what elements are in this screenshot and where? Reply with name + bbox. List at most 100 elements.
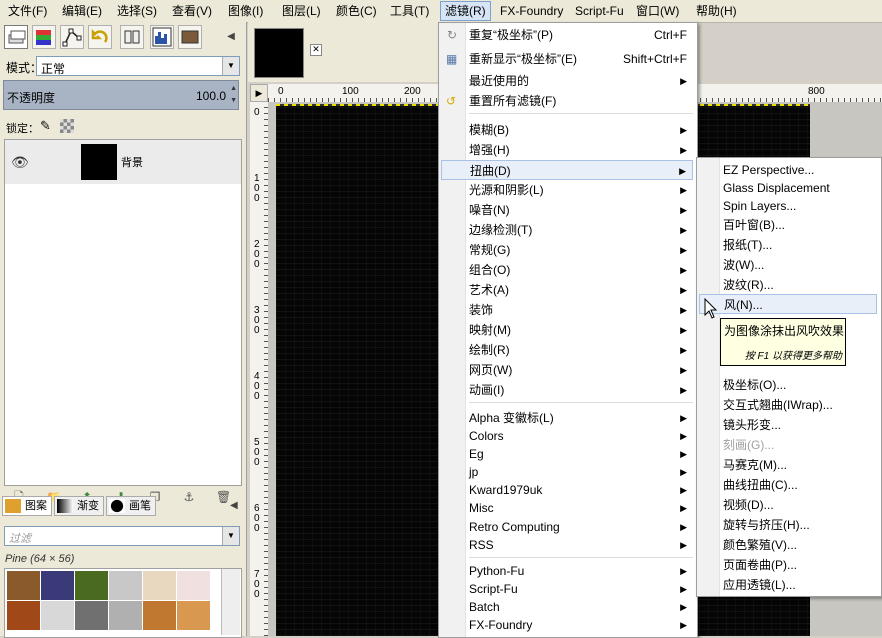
ruler-corner-icon[interactable]: ▶ — [250, 84, 268, 102]
spin-arrows-icon[interactable]: ▲ ▼ — [230, 83, 237, 107]
filter-colors-item[interactable]: Colors ▶ — [441, 426, 693, 446]
filter-web-item[interactable]: 网页(W) ▶ — [441, 360, 693, 380]
filter-jp-item[interactable]: jp ▶ — [441, 462, 693, 482]
distort-curve-bend-item[interactable]: 曲线扭曲(C)... — [699, 475, 877, 495]
menu-file[interactable]: 文件(F) — [4, 3, 51, 19]
paths-tab-icon[interactable] — [60, 25, 84, 49]
tab-gradients[interactable]: 渐变 — [54, 496, 104, 516]
pattern-swatch[interactable] — [41, 571, 74, 600]
distort-video-item[interactable]: 视频(D)... — [699, 495, 877, 515]
pattern-swatch[interactable] — [177, 601, 210, 630]
filter-map-item[interactable]: 映射(M) ▶ — [441, 320, 693, 340]
menu-windows[interactable]: 窗口(W) — [632, 3, 683, 19]
distort-whirl-pinch-item[interactable]: 旋转与挤压(H)... — [699, 515, 877, 535]
histogram-tab-icon[interactable] — [150, 25, 174, 49]
filter-python-fu-item[interactable]: Python-Fu ▶ — [441, 561, 693, 581]
pattern-swatch[interactable] — [109, 601, 142, 630]
filter-distort-item[interactable]: 扭曲(D) ▶ — [441, 160, 693, 180]
filter-edge-detect-item[interactable]: 边缘检测(T) ▶ — [441, 220, 693, 240]
undo-history-tab-icon[interactable] — [88, 25, 112, 49]
filter-light-shadow-item[interactable]: 光源和阴影(L) ▶ — [441, 180, 693, 200]
layer-row[interactable]: 👁 背景 — [5, 140, 241, 184]
distort-apply-lens-item[interactable]: 应用透镜(L)... — [699, 575, 877, 595]
pattern-scrollbar[interactable] — [221, 569, 240, 635]
menu-help[interactable]: 帮助(H) — [692, 3, 741, 19]
filter-eg-item[interactable]: Eg ▶ — [441, 444, 693, 464]
distort-spin-layers-item[interactable]: Spin Layers... — [699, 196, 877, 216]
filter-reshow-item[interactable]: ▦ 重新显示“极坐标”(E) Shift+Ctrl+F — [441, 49, 693, 69]
mode-select[interactable]: 正常 ▼ — [36, 56, 240, 76]
close-icon[interactable]: ✕ — [310, 44, 322, 56]
filter-misc-item[interactable]: Misc ▶ — [441, 498, 693, 518]
filter-rss-item[interactable]: RSS ▶ — [441, 535, 693, 555]
distort-mosaic-item[interactable]: 马赛克(M)... — [699, 455, 877, 475]
submenu-arrow-icon: ▶ — [680, 503, 687, 513]
menu-image[interactable]: 图像(I) — [224, 3, 267, 19]
distort-wind-item[interactable]: 风(N)... — [699, 294, 877, 314]
filter-retro-item[interactable]: Retro Computing ▶ — [441, 517, 693, 537]
distort-lens-distortion-item[interactable]: 镜头形变... — [699, 415, 877, 435]
opacity-slider[interactable]: 不透明度 100.0 ▲ ▼ — [3, 80, 239, 110]
menu-filters[interactable]: 滤镜(R) — [440, 1, 491, 21]
lock-pixels-icon[interactable]: ✎ — [40, 118, 51, 134]
distort-ez-perspective-item[interactable]: EZ Perspective... — [699, 160, 877, 180]
pointer-tab-icon[interactable] — [120, 25, 144, 49]
channels-tab-icon[interactable] — [32, 25, 56, 49]
filter-alpha-logo-item[interactable]: Alpha 变徽标(L) ▶ — [441, 408, 693, 428]
distort-blinds-item[interactable]: 百叶窗(B)... — [699, 215, 877, 235]
filter-repeat-item[interactable]: ↻ 重复“极坐标”(P) Ctrl+F — [441, 25, 693, 45]
menu-layer[interactable]: 图层(L) — [278, 3, 325, 19]
distort-polar-coords-item[interactable]: 极坐标(O)... — [699, 375, 877, 395]
menu-script-fu[interactable]: Script-Fu — [571, 3, 628, 19]
filter-fx-foundry-item[interactable]: FX-Foundry ▶ — [441, 615, 693, 635]
pattern-swatch[interactable] — [75, 601, 108, 630]
filter-script-fu-item[interactable]: Script-Fu ▶ — [441, 579, 693, 599]
pattern-swatch[interactable] — [143, 571, 176, 600]
filter-decor-item[interactable]: 装饰 ▶ — [441, 300, 693, 320]
distort-iwarp-item[interactable]: 交互式翘曲(IWrap)... — [699, 395, 877, 415]
pattern-swatch[interactable] — [143, 601, 176, 630]
filter-reset-item[interactable]: ↺ 重置所有滤镜(F) — [441, 91, 693, 111]
menu-tools[interactable]: 工具(T) — [386, 3, 433, 19]
filter-combine-item[interactable]: 组合(O) ▶ — [441, 260, 693, 280]
distort-ripple-item[interactable]: 波纹(R)... — [699, 275, 877, 295]
distort-waves-item[interactable]: 波(W)... — [699, 255, 877, 275]
tab-patterns[interactable]: 图案 — [2, 496, 52, 516]
pattern-swatch[interactable] — [75, 571, 108, 600]
lock-alpha-icon[interactable] — [60, 119, 74, 133]
menu-colors[interactable]: 颜色(C) — [332, 3, 381, 19]
tab-brushes[interactable]: 画笔 — [106, 496, 156, 516]
dock-menu-icon[interactable]: ◀ — [224, 30, 238, 44]
pattern-swatch[interactable] — [41, 601, 74, 630]
distort-newsprint-item[interactable]: 报纸(T)... — [699, 235, 877, 255]
pattern-filter-input[interactable]: 过滤 ▼ — [4, 526, 240, 546]
dock-menu-icon[interactable]: ◀ — [230, 500, 238, 511]
images-tab-icon[interactable] — [178, 25, 202, 49]
menu-edit[interactable]: 编辑(E) — [58, 3, 106, 19]
menu-select[interactable]: 选择(S) — [113, 3, 161, 19]
filter-generic-item[interactable]: 常规(G) ▶ — [441, 240, 693, 260]
visibility-eye-icon[interactable]: 👁 — [11, 154, 29, 171]
layers-tab-icon[interactable] — [4, 25, 28, 49]
menu-fx-foundry[interactable]: FX-Foundry — [496, 3, 567, 19]
filter-noise-item[interactable]: 噪音(N) ▶ — [441, 200, 693, 220]
distort-value-propagate-item[interactable]: 颜色繁殖(V)... — [699, 535, 877, 555]
filter-kward-item[interactable]: Kward1979uk ▶ — [441, 480, 693, 500]
pattern-swatch[interactable] — [7, 601, 40, 630]
distort-glass-displacement-item[interactable]: Glass Displacement — [699, 178, 877, 198]
pattern-swatch[interactable] — [7, 571, 40, 600]
filter-recent-item[interactable]: 最近使用的 ▶ — [441, 71, 693, 91]
filter-animation-item[interactable]: 动画(I) ▶ — [441, 380, 693, 400]
pattern-swatch[interactable] — [109, 571, 142, 600]
filter-batch-item[interactable]: Batch ▶ — [441, 597, 693, 617]
filter-blur-item[interactable]: 模糊(B) ▶ — [441, 120, 693, 140]
filter-enhance-item[interactable]: 增强(H) ▶ — [441, 140, 693, 160]
filter-render-item[interactable]: 绘制(R) ▶ — [441, 340, 693, 360]
distort-page-curl-item[interactable]: 页面卷曲(P)... — [699, 555, 877, 575]
lock-row: 锁定： ✎ — [2, 118, 240, 136]
submenu-arrow-icon: ▶ — [680, 345, 687, 355]
image-thumbnail-tab[interactable] — [254, 28, 304, 78]
menu-view[interactable]: 查看(V) — [168, 3, 216, 19]
pattern-swatch[interactable] — [177, 571, 210, 600]
filter-artistic-item[interactable]: 艺术(A) ▶ — [441, 280, 693, 300]
